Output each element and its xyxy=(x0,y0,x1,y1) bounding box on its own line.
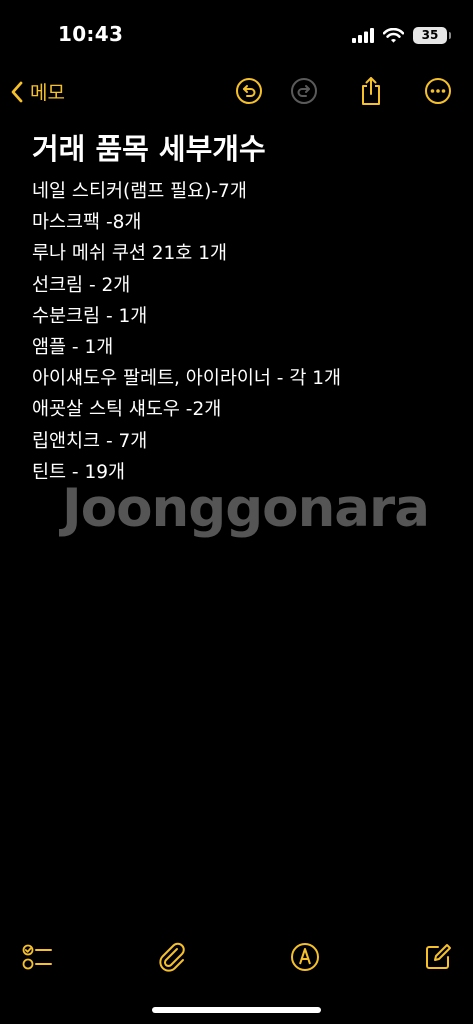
bottom-toolbar xyxy=(0,938,473,978)
home-indicator[interactable] xyxy=(152,1007,321,1013)
note-line[interactable]: 립앤치크 - 7개 xyxy=(32,426,452,457)
note-line[interactable]: 마스크팩 -8개 xyxy=(32,207,452,238)
note-body[interactable]: 네일 스티커(램프 필요)-7개 마스크팩 -8개 루나 메쉬 쿠션 21호 1… xyxy=(32,176,452,488)
note-line[interactable]: 선크림 - 2개 xyxy=(32,270,452,301)
markup-button[interactable] xyxy=(288,940,322,974)
compose-button[interactable] xyxy=(421,940,455,974)
checklist-icon xyxy=(22,944,52,970)
note-line[interactable]: 아이섀도우 팔레트, 아이라이너 - 각 1개 xyxy=(32,363,452,394)
battery-indicator: 35 xyxy=(413,26,451,44)
redo-button[interactable] xyxy=(289,76,319,106)
more-icon xyxy=(425,78,451,104)
wifi-icon xyxy=(383,27,404,43)
back-label: 메모 xyxy=(30,82,65,104)
paperclip-icon xyxy=(159,942,185,972)
redo-icon xyxy=(291,78,317,104)
share-button[interactable] xyxy=(356,76,386,106)
undo-icon xyxy=(236,78,262,104)
cellular-signal-icon xyxy=(352,27,374,43)
compose-icon xyxy=(426,944,451,969)
nav-bar: 메모 xyxy=(0,70,473,114)
note-line[interactable]: 네일 스티커(램프 필요)-7개 xyxy=(32,176,452,207)
status-icons: 35 xyxy=(352,24,451,46)
watermark: Joonggonara xyxy=(62,478,430,539)
note-title[interactable]: 거래 품목 세부개수 xyxy=(32,126,266,168)
note-line[interactable]: 애굣살 스틱 섀도우 -2개 xyxy=(32,394,452,425)
status-bar: 10:43 35 xyxy=(0,0,473,60)
undo-button[interactable] xyxy=(234,76,264,106)
chevron-left-icon xyxy=(11,81,23,102)
note-line[interactable]: 루나 메쉬 쿠션 21호 1개 xyxy=(32,238,452,269)
more-button[interactable] xyxy=(423,76,453,106)
attach-button[interactable] xyxy=(155,940,189,974)
markup-pen-icon xyxy=(291,943,319,971)
status-time: 10:43 xyxy=(58,22,124,46)
back-button[interactable]: 메모 xyxy=(10,78,65,105)
note-line[interactable]: 앰플 - 1개 xyxy=(32,332,452,363)
note-line[interactable]: 수분크림 - 1개 xyxy=(32,301,452,332)
checklist-button[interactable] xyxy=(20,940,54,974)
share-icon xyxy=(362,77,380,105)
